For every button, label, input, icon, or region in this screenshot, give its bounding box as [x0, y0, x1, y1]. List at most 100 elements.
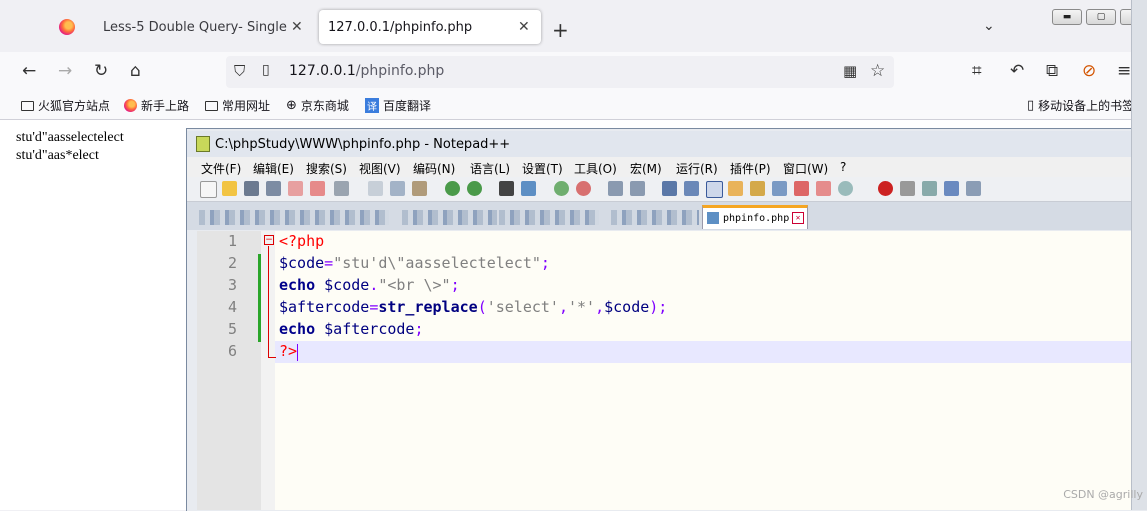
menu-file[interactable]: 文件(F) [201, 160, 241, 177]
extension-icon[interactable]: ⧉ [1046, 61, 1058, 81]
undo-icon[interactable]: ↶ [1010, 61, 1024, 81]
text-caret [297, 344, 298, 361]
menu-encoding[interactable]: 编码(N) [413, 160, 455, 177]
save-all-icon[interactable] [266, 181, 281, 196]
menu-search[interactable]: 搜索(S) [306, 160, 347, 177]
blurred-tab[interactable] [611, 210, 699, 225]
new-tab-button[interactable]: + [552, 18, 569, 42]
save-macro-icon[interactable] [966, 181, 981, 196]
menu-view[interactable]: 视图(V) [359, 160, 401, 177]
monitor-icon[interactable] [838, 181, 853, 196]
menu-icon[interactable]: ≡ [1117, 61, 1131, 81]
maximize-button[interactable]: ▢ [1086, 9, 1116, 25]
qrcode-icon[interactable]: ▦ [843, 62, 857, 80]
line-number: 2 [227, 254, 237, 272]
show-all-chars-icon[interactable] [684, 181, 699, 196]
bookmark-jd[interactable]: ⊕ 京东商城 [286, 97, 349, 114]
copy-icon[interactable] [390, 181, 405, 196]
run-macro-multiple-icon[interactable] [944, 181, 959, 196]
close-file-icon[interactable] [288, 181, 303, 196]
reload-icon[interactable]: ↻ [94, 61, 108, 81]
undo-icon[interactable] [445, 181, 460, 196]
record-macro-icon[interactable] [878, 181, 893, 196]
home-icon[interactable]: ⌂ [130, 61, 141, 81]
crop-icon[interactable]: ⌗ [972, 61, 982, 81]
zoom-in-icon[interactable] [554, 181, 569, 196]
firefox-icon [59, 19, 75, 35]
tab-title: Less-5 Double Query- Single Quotes- Stri… [103, 19, 291, 35]
folder-workspace-icon[interactable] [794, 181, 809, 196]
code-line-1: <?php [279, 232, 325, 250]
doc-map-icon[interactable] [750, 181, 765, 196]
change-history-marker [258, 254, 261, 342]
code-line-3: echo $code."<br \>"; [279, 276, 460, 294]
fold-toggle-icon[interactable]: − [264, 235, 274, 245]
replace-icon[interactable] [521, 181, 536, 196]
bookmark-getting-started[interactable]: 新手上路 [124, 97, 189, 114]
menu-window[interactable]: 窗口(W) [783, 160, 828, 177]
close-icon[interactable]: ✕ [518, 19, 530, 35]
play-macro-icon[interactable] [922, 181, 937, 196]
new-file-icon[interactable] [200, 181, 217, 198]
menu-edit[interactable]: 编辑(E) [253, 160, 294, 177]
tab-phpinfo[interactable]: 127.0.0.1/phpinfo.php ✕ [319, 10, 541, 44]
paste-icon[interactable] [412, 181, 427, 196]
tab-less5[interactable]: Less-5 Double Query- Single Quotes- Stri… [96, 10, 312, 44]
sync-vertical-icon[interactable] [608, 181, 623, 196]
current-line-highlight [275, 341, 1147, 363]
menu-tools[interactable]: 工具(O) [574, 160, 617, 177]
word-wrap-icon[interactable] [662, 181, 677, 196]
indent-guide-icon[interactable] [706, 181, 723, 198]
addon-icon[interactable]: ⊘ [1082, 61, 1096, 81]
forward-icon[interactable]: → [58, 61, 72, 81]
menu-plugins[interactable]: 插件(P) [730, 160, 771, 177]
blurred-tab[interactable] [499, 210, 599, 225]
function-list-icon[interactable] [772, 181, 787, 196]
close-icon[interactable]: ✕ [792, 212, 804, 224]
line-number: 5 [227, 320, 237, 338]
bookmark-baidu-translate[interactable]: 译百度翻译 [365, 97, 431, 114]
menu-run[interactable]: 运行(R) [676, 160, 718, 177]
open-file-icon[interactable] [222, 181, 237, 196]
bookmark-common-sites[interactable]: 常用网址 [205, 97, 270, 114]
code-line-6: ?> [279, 342, 298, 360]
url-text[interactable]: 127.0.0.1/phpinfo.php [289, 63, 444, 79]
blurred-tab[interactable] [402, 210, 497, 225]
save-icon[interactable] [244, 181, 259, 196]
line-number: 4 [227, 298, 237, 316]
redo-icon[interactable] [467, 181, 482, 196]
tab-firefox-home[interactable] [42, 10, 92, 44]
udl-icon[interactable] [728, 181, 743, 196]
blurred-tab[interactable] [199, 210, 389, 225]
sync-horizontal-icon[interactable] [630, 181, 645, 196]
line-number: 6 [227, 342, 237, 360]
bookmark-mobile[interactable]: ▯ 移动设备上的书签 [1027, 97, 1134, 114]
back-icon[interactable]: ← [22, 61, 36, 81]
menu-language[interactable]: 语言(L) [470, 160, 510, 177]
notepadpp-titlebar[interactable]: C:\phpStudy\WWW\phpinfo.php - Notepad++ [187, 131, 1147, 157]
menu-macro[interactable]: 宏(M) [630, 160, 662, 177]
output-line-2: stu'd"aas*elect [16, 148, 99, 163]
bookmark-firefox-official[interactable]: 火狐官方站点 [21, 97, 110, 114]
code-line-4: $aftercode=str_replace('select','*',$cod… [279, 298, 668, 316]
folder-icon [205, 100, 218, 111]
zoom-out-icon[interactable] [576, 181, 591, 196]
stop-macro-icon[interactable] [900, 181, 915, 196]
cut-icon[interactable] [368, 181, 383, 196]
minimize-button[interactable]: ▬ [1052, 9, 1082, 25]
code-editor[interactable] [275, 231, 1147, 510]
file-tab-phpinfo[interactable]: phpinfo.php ✕ [702, 205, 808, 229]
file-tab-label: phpinfo.php [723, 213, 790, 224]
folder-icon[interactable] [816, 181, 831, 196]
menu-settings[interactable]: 设置(T) [522, 160, 563, 177]
line-number: 3 [227, 276, 237, 294]
close-all-icon[interactable] [310, 181, 325, 196]
print-icon[interactable] [334, 181, 349, 196]
shield-icon[interactable]: ⛉ [234, 62, 245, 80]
file-tab-bar [187, 202, 1147, 230]
star-icon[interactable]: ☆ [870, 61, 885, 81]
chevron-down-icon[interactable]: ⌄ [983, 18, 995, 34]
find-icon[interactable] [499, 181, 514, 196]
close-icon[interactable]: ✕ [291, 19, 303, 35]
menu-help[interactable]: ? [840, 160, 846, 174]
